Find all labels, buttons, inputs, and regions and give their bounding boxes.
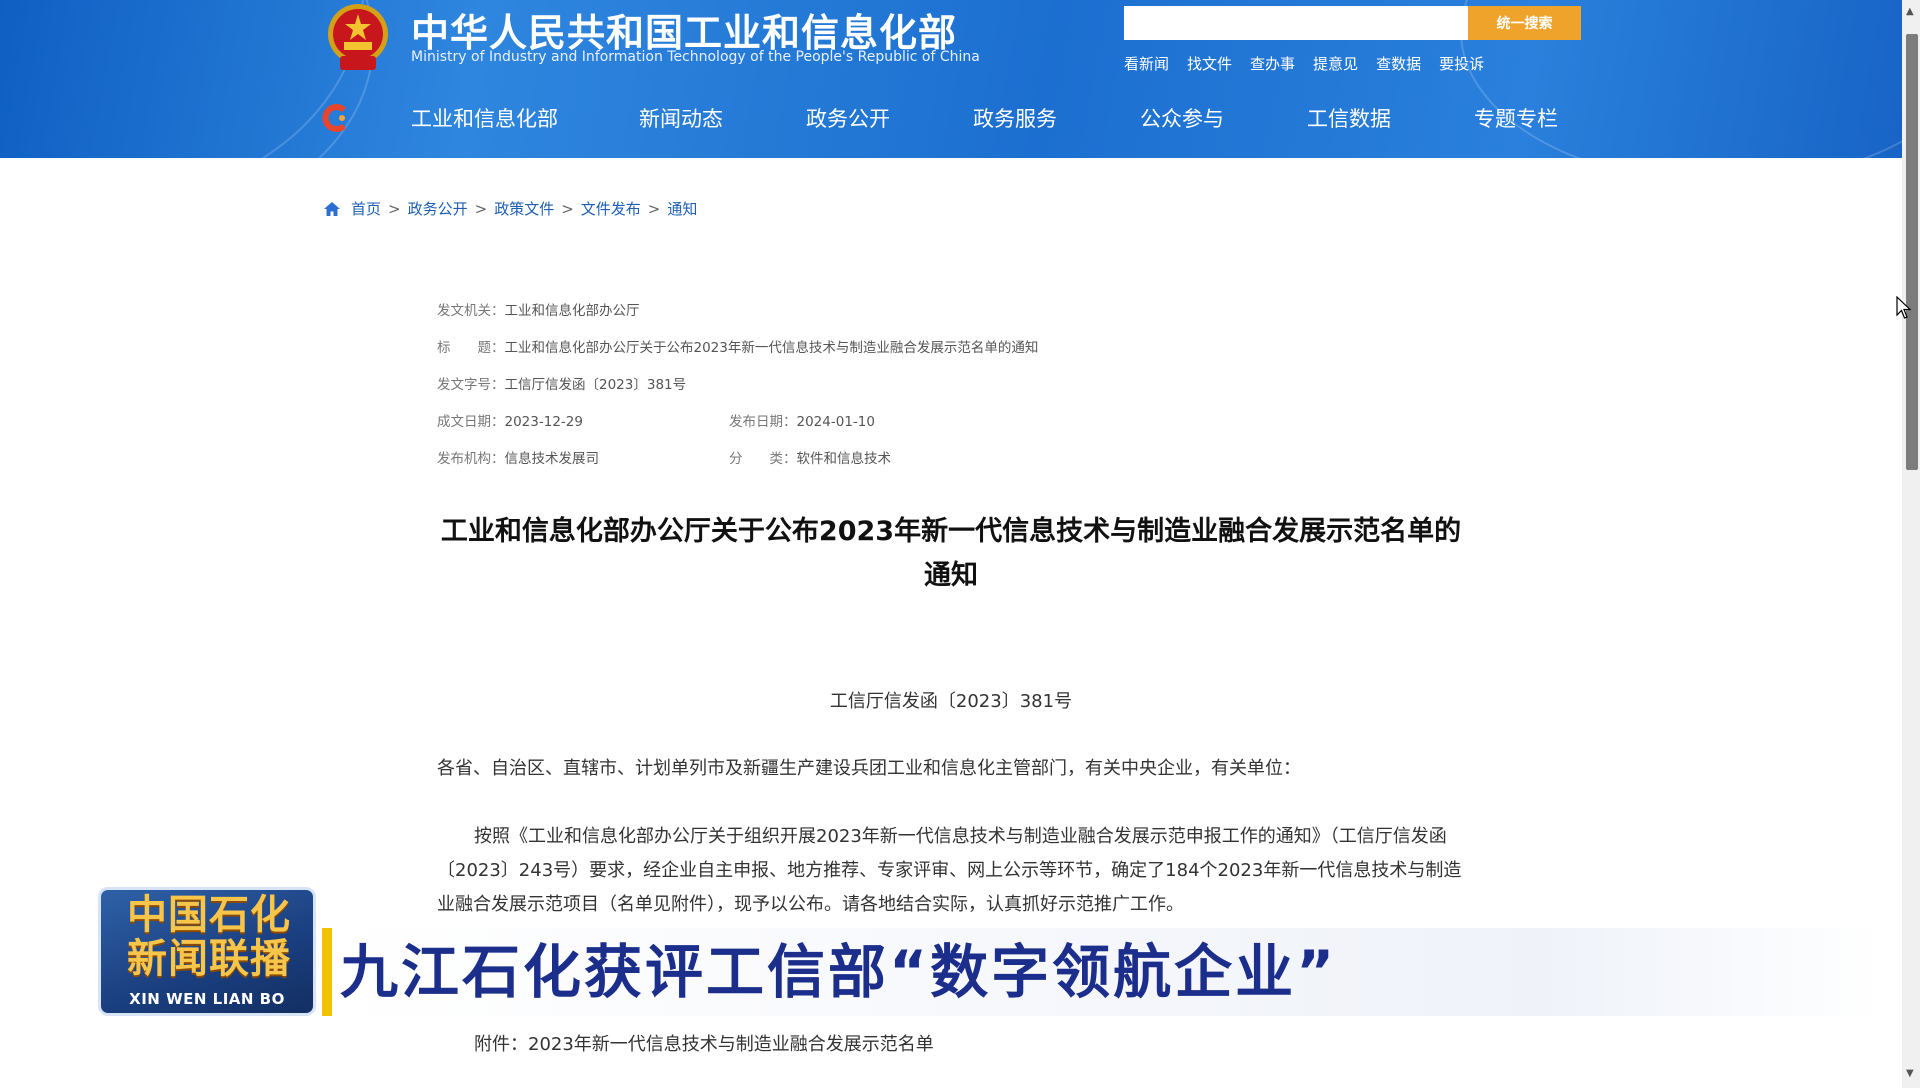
meta-org-value: 信息技术发展司	[504, 451, 600, 467]
nav-item-data[interactable]: 工信数据	[1307, 99, 1391, 139]
meta-category-value: 软件和信息技术	[796, 451, 892, 467]
meta-doc-number: 发文字号：工信厅信发函〔2023〕381号	[437, 373, 686, 393]
article-title: 工业和信息化部办公厅关于公布2023年新一代信息技术与制造业融合发展示范名单的 …	[430, 510, 1472, 598]
article-attachment-link[interactable]: 附件：2023年新一代信息技术与制造业融合发展示范名单	[474, 1028, 934, 1062]
site-subtitle: Ministry of Industry and Information Tec…	[411, 49, 980, 65]
breadcrumb-home[interactable]: 首页	[351, 198, 381, 219]
quick-link-news[interactable]: 看新闻	[1124, 53, 1169, 74]
quick-link-feedback[interactable]: 提意见	[1313, 53, 1358, 74]
meta-title-value: 工业和信息化部办公厅关于公布2023年新一代信息技术与制造业融合发展示范名单的通…	[504, 340, 1039, 356]
nav-item-services[interactable]: 政务服务	[973, 99, 1057, 139]
scroll-down-arrow-icon[interactable]: ▼	[1906, 1068, 1914, 1079]
news-headline: 九江石化获评工信部“数字领航企业”	[340, 938, 1338, 1006]
program-logo-line2: 新闻联播	[127, 936, 291, 982]
scrollbar-thumb[interactable]	[1906, 34, 1918, 470]
program-logo-line1: 中国石化	[127, 892, 291, 938]
meta-published-date: 发布日期：2024-01-10	[729, 410, 875, 430]
scroll-up-arrow-icon[interactable]: ▲	[1906, 6, 1914, 17]
breadcrumb-separator: >	[647, 199, 661, 218]
program-logo: 中国石化 新闻联播 XIN WEN LIAN BO	[98, 887, 316, 1016]
header-decoration	[0, 0, 374, 158]
article-body-paragraph: 按照《工业和信息化部办公厅关于组织开展2023年新一代信息技术与制造业融合发展示…	[437, 826, 1462, 915]
quick-link-data[interactable]: 查数据	[1376, 53, 1421, 74]
meta-org: 发布机构：信息技术发展司	[437, 447, 599, 467]
search-button[interactable]: 统一搜索	[1468, 6, 1581, 40]
breadcrumb-government-affairs[interactable]: 政务公开	[408, 198, 468, 219]
meta-issuer-label: 发文机关：	[437, 303, 505, 319]
article-recipients: 各省、自治区、直辖市、计划单列市及新疆生产建设兵团工业和信息化主管部门，有关中央…	[437, 758, 1301, 779]
meta-doc-number-label: 发文字号：	[437, 377, 505, 393]
article-title-line: 工业和信息化部办公厅关于公布2023年新一代信息技术与制造业融合发展示范名单的	[440, 516, 1462, 547]
meta-published-label: 发布日期：	[729, 414, 797, 430]
breadcrumb-separator: >	[561, 199, 574, 218]
breadcrumb-policy-files[interactable]: 政策文件	[494, 198, 554, 219]
meta-title: 标 题：工业和信息化部办公厅关于公布2023年新一代信息技术与制造业融合发展示范…	[437, 336, 1038, 356]
nav-item-government-affairs[interactable]: 政务公开	[806, 99, 890, 139]
site-header: 中华人民共和国工业和信息化部 Ministry of Industry and …	[0, 0, 1902, 158]
meta-category: 分 类：软件和信息技术	[729, 447, 891, 467]
breadcrumb-notice[interactable]: 通知	[667, 198, 697, 219]
quick-links: 看新闻 找文件 查办事 提意见 查数据 要投诉	[1124, 53, 1484, 74]
nav-item-topics[interactable]: 专题专栏	[1474, 99, 1558, 139]
quick-link-services[interactable]: 查办事	[1250, 53, 1295, 74]
nav-item-ministry[interactable]: 工业和信息化部	[411, 99, 558, 139]
meta-published-value: 2024-01-10	[796, 414, 875, 430]
breadcrumb: 首页 > 政务公开 > 政策文件 > 文件发布 > 通知	[323, 198, 697, 219]
home-logo-icon[interactable]	[320, 102, 352, 134]
quick-link-files[interactable]: 找文件	[1187, 53, 1232, 74]
meta-org-label: 发布机构：	[437, 451, 505, 467]
national-emblem-icon[interactable]	[322, 0, 394, 74]
home-icon[interactable]	[323, 201, 341, 217]
meta-doc-number-value: 工信厅信发函〔2023〕381号	[504, 377, 687, 393]
breadcrumb-file-release[interactable]: 文件发布	[581, 198, 641, 219]
meta-created-label: 成文日期：	[437, 414, 505, 430]
quick-link-complaint[interactable]: 要投诉	[1439, 53, 1484, 74]
mouse-cursor-icon	[1896, 296, 1912, 319]
breadcrumb-separator: >	[388, 199, 401, 218]
nav-item-news[interactable]: 新闻动态	[639, 99, 723, 139]
meta-created-value: 2023-12-29	[504, 414, 583, 430]
article-title-line: 通知	[924, 560, 978, 591]
meta-category-label: 分 类：	[729, 451, 797, 467]
meta-created-date: 成文日期：2023-12-29	[437, 410, 583, 430]
article-doc-number: 工信厅信发函〔2023〕381号	[829, 691, 1073, 712]
program-logo-pinyin: XIN WEN LIAN BO	[129, 990, 285, 1008]
meta-title-label: 标 题：	[437, 340, 505, 356]
meta-issuer-value: 工业和信息化部办公厅	[504, 303, 640, 319]
search-input[interactable]	[1124, 6, 1468, 40]
meta-issuer: 发文机关：工业和信息化部办公厅	[437, 299, 640, 319]
nav-item-public-participation[interactable]: 公众参与	[1140, 99, 1224, 139]
breadcrumb-separator: >	[474, 199, 488, 218]
